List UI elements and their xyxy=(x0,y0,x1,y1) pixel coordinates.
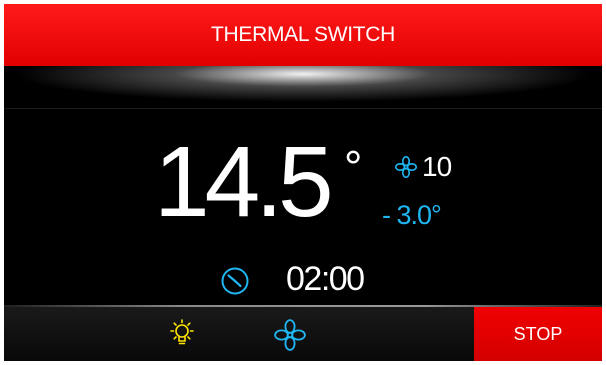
stop-button-label: STOP xyxy=(513,323,563,344)
fan-speed-value: 10 xyxy=(422,151,452,182)
setpoint-offset: - 3.0° xyxy=(382,200,442,230)
temperature-value: 14.5 xyxy=(154,126,334,238)
clock-icon xyxy=(221,267,249,295)
stop-button[interactable]: STOP xyxy=(474,307,602,361)
thermal-switch-screen: THERMAL SWITCH 14.5 ° 10 - 3.0° 02:00 ST… xyxy=(4,4,602,361)
top-separator xyxy=(4,108,602,109)
fan-button[interactable] xyxy=(272,317,308,353)
fan-icon xyxy=(394,155,417,178)
header-bar: THERMAL SWITCH xyxy=(4,4,602,66)
timer-value: 02:00 xyxy=(286,260,365,298)
header-glow xyxy=(4,66,602,112)
degree-symbol: ° xyxy=(344,141,363,193)
lightbulb-button[interactable] xyxy=(164,316,200,352)
page-title: THERMAL SWITCH xyxy=(210,23,396,46)
